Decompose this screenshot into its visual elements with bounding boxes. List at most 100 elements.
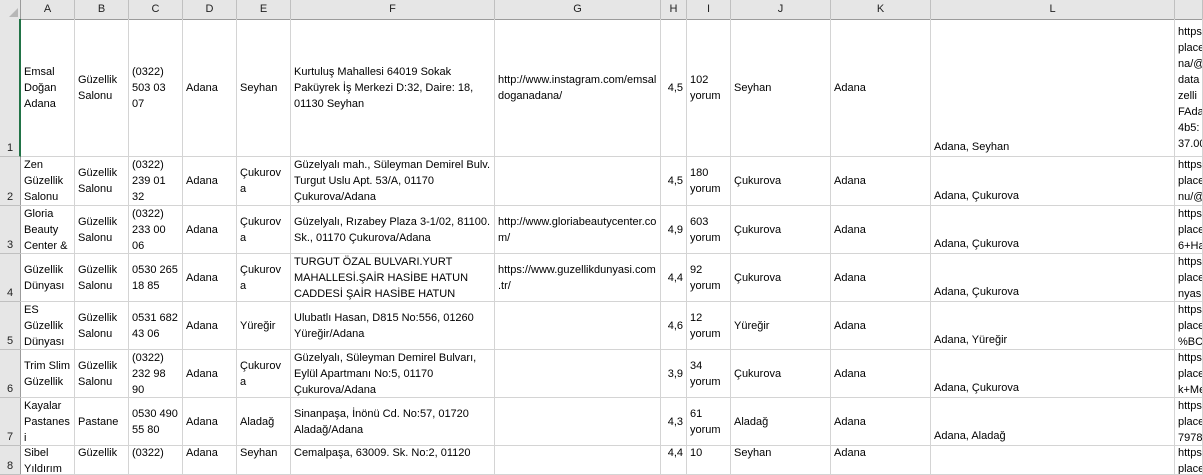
cell-g2[interactable] [495,157,661,206]
cell-h1[interactable]: 4,5 [661,19,687,157]
row-header-8[interactable]: 8 [0,446,21,475]
cell-g6[interactable] [495,350,661,398]
cell-l4[interactable]: Adana, Çukurova [931,254,1175,302]
cell-i3[interactable]: 603 yorum [687,206,731,254]
cell-d2[interactable]: Adana [183,157,237,206]
cell-k4[interactable]: Adana [831,254,931,302]
cell-k7[interactable]: Adana [831,398,931,446]
column-header-g[interactable]: G [495,0,661,19]
cell-f8[interactable]: Cemalpaşa, 63009. Sk. No:2, 01120 [291,446,495,475]
cell-c2[interactable]: (0322) 239 01 32 [129,157,183,206]
cell-d8[interactable]: Adana [183,446,237,475]
cell-j2[interactable]: Çukurova [731,157,831,206]
cell-m8[interactable]: https place [1175,446,1203,475]
cell-m3[interactable]: https place 6+Ha [1175,206,1203,254]
cell-j4[interactable]: Çukurova [731,254,831,302]
cell-j3[interactable]: Çukurova [731,206,831,254]
cell-h4[interactable]: 4,4 [661,254,687,302]
cell-j6[interactable]: Çukurova [731,350,831,398]
row-header-2[interactable]: 2 [0,157,21,206]
cell-c6[interactable]: (0322) 232 98 90 [129,350,183,398]
column-header-k[interactable]: K [831,0,931,19]
cell-f4[interactable]: TURGUT ÖZAL BULVARI.YURT MAHALLESİ.ŞAİR … [291,254,495,302]
cell-d1[interactable]: Adana [183,19,237,157]
cell-i8[interactable]: 10 [687,446,731,475]
cell-i4[interactable]: 92 yorum [687,254,731,302]
cell-e8[interactable]: Seyhan [237,446,291,475]
cell-a1[interactable]: Emsal Doğan Adana [21,19,75,157]
cell-k1[interactable]: Adana [831,19,931,157]
cell-e4[interactable]: Çukurova [237,254,291,302]
cell-i6[interactable]: 34 yorum [687,350,731,398]
cell-h7[interactable]: 4,3 [661,398,687,446]
cell-l7[interactable]: Adana, Aladağ [931,398,1175,446]
cell-a5[interactable]: ES Güzellik Dünyası [21,302,75,350]
cell-l3[interactable]: Adana, Çukurova [931,206,1175,254]
cell-f1[interactable]: Kurtuluş Mahallesi 64019 Sokak Paküyrek … [291,19,495,157]
cell-i1[interactable]: 102 yorum [687,19,731,157]
cell-m7[interactable]: https place 7978 [1175,398,1203,446]
column-header-a[interactable]: A [21,0,75,19]
column-header-f[interactable]: F [291,0,495,19]
cell-j5[interactable]: Yüreğir [731,302,831,350]
cell-l5[interactable]: Adana, Yüreğir [931,302,1175,350]
row-header-5[interactable]: 5 [0,302,21,350]
column-header-d[interactable]: D [183,0,237,19]
select-all-corner[interactable] [0,0,21,19]
cell-c1[interactable]: (0322) 503 03 07 [129,19,183,157]
cell-a6[interactable]: Trim Slim Güzellik [21,350,75,398]
cell-a2[interactable]: Zen Güzellik Salonu [21,157,75,206]
cell-m2[interactable]: https place nu/@ [1175,157,1203,206]
cell-g1[interactable]: http://www.instagram.com/emsaldoganadana… [495,19,661,157]
cell-a3[interactable]: Gloria Beauty Center & [21,206,75,254]
column-header-j[interactable]: J [731,0,831,19]
cell-j1[interactable]: Seyhan [731,19,831,157]
cell-l2[interactable]: Adana, Çukurova [931,157,1175,206]
cell-b4[interactable]: Güzellik Salonu [75,254,129,302]
cell-g3[interactable]: http://www.gloriabeautycenter.com/ [495,206,661,254]
cell-g4[interactable]: https://www.guzellikdunyasi.com.tr/ [495,254,661,302]
cell-i2[interactable]: 180 yorum [687,157,731,206]
row-header-3[interactable]: 3 [0,206,21,254]
cell-b3[interactable]: Güzellik Salonu [75,206,129,254]
cell-f7[interactable]: Sinanpaşa, İnönü Cd. No:57, 01720 Aladağ… [291,398,495,446]
column-header-m[interactable] [1175,0,1203,19]
cell-a4[interactable]: Güzellik Dünyası [21,254,75,302]
cell-m5[interactable]: https place %BCr [1175,302,1203,350]
row-header-7[interactable]: 7 [0,398,21,446]
row-header-4[interactable]: 4 [0,254,21,302]
cell-d6[interactable]: Adana [183,350,237,398]
cell-k5[interactable]: Adana [831,302,931,350]
cell-c5[interactable]: 0531 682 43 06 [129,302,183,350]
row-header-1[interactable]: 1 [0,19,21,157]
column-header-h[interactable]: H [661,0,687,19]
column-header-c[interactable]: C [129,0,183,19]
cell-h6[interactable]: 3,9 [661,350,687,398]
cell-l6[interactable]: Adana, Çukurova [931,350,1175,398]
cell-c7[interactable]: 0530 490 55 80 [129,398,183,446]
cell-d3[interactable]: Adana [183,206,237,254]
cell-k2[interactable]: Adana [831,157,931,206]
cell-c3[interactable]: (0322) 233 00 06 [129,206,183,254]
cell-e3[interactable]: Çukurova [237,206,291,254]
cell-e6[interactable]: Çukurova [237,350,291,398]
cell-m4[interactable]: https place nyas [1175,254,1203,302]
cell-g7[interactable] [495,398,661,446]
cell-f5[interactable]: Ulubatlı Hasan, D815 No:556, 01260 Yüreğ… [291,302,495,350]
cell-i5[interactable]: 12 yorum [687,302,731,350]
cell-b1[interactable]: Güzellik Salonu [75,19,129,157]
cell-a8[interactable]: Sibel Yıldırım [21,446,75,475]
cell-l8[interactable] [931,446,1175,475]
cell-d7[interactable]: Adana [183,398,237,446]
column-header-l[interactable]: L [931,0,1175,19]
cell-b7[interactable]: Pastane [75,398,129,446]
cell-g5[interactable] [495,302,661,350]
cell-h3[interactable]: 4,9 [661,206,687,254]
column-header-e[interactable]: E [237,0,291,19]
row-header-6[interactable]: 6 [0,350,21,398]
cell-k8[interactable]: Adana [831,446,931,475]
cell-i7[interactable]: 61 yorum [687,398,731,446]
cell-d5[interactable]: Adana [183,302,237,350]
cell-l1[interactable]: Adana, Seyhan [931,19,1175,157]
cell-f2[interactable]: Güzelyalı mah., Süleyman Demirel Bulv. T… [291,157,495,206]
